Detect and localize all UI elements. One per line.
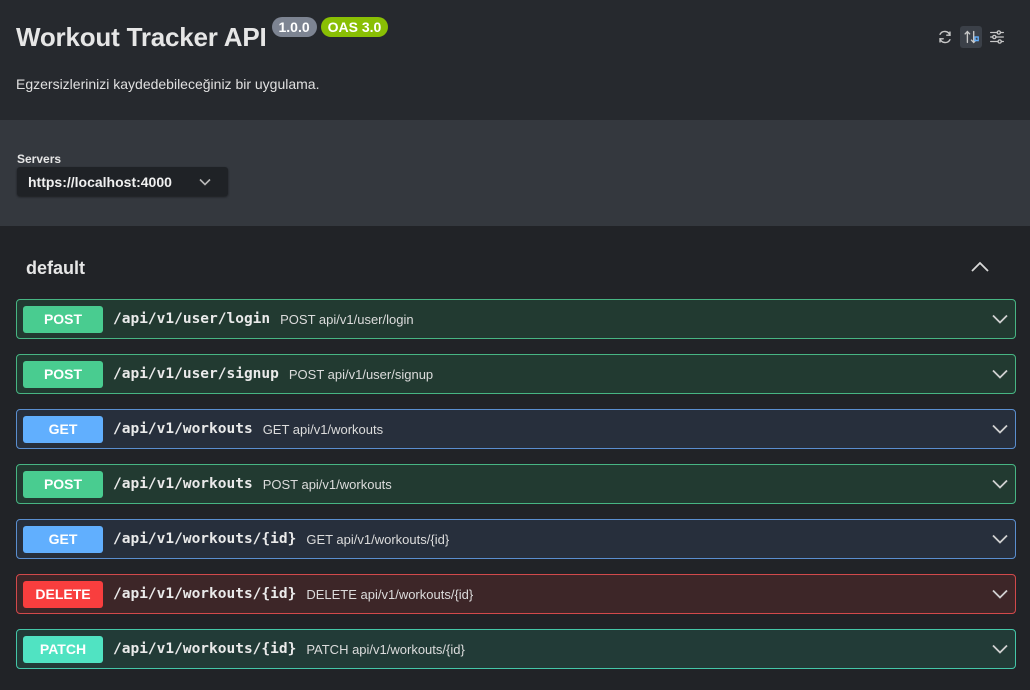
chevron-down-icon	[199, 178, 211, 186]
title-row: Workout Tracker API 1.0.0 OAS 3.0	[16, 17, 389, 56]
operation-path: /api/v1/user/login	[113, 311, 271, 327]
operation-summary: GET api/v1/workouts	[262, 421, 384, 437]
operation-row[interactable]: DELETE/api/v1/workouts/{id} DELETE api/v1…	[16, 574, 1016, 614]
info-header: Workout Tracker API 1.0.0 OAS 3.0 Egzers…	[0, 0, 1030, 120]
operation-row[interactable]: GET/api/v1/workouts GET api/v1/workouts	[16, 409, 1016, 449]
operation-summary: POST api/v1/workouts	[262, 476, 392, 492]
chevron-down-icon[interactable]	[991, 367, 1009, 381]
tag-header[interactable]: default	[26, 258, 85, 279]
operation-path: /api/v1/workouts/{id}	[113, 641, 297, 657]
sort-button[interactable]	[960, 26, 982, 48]
operation-summary: POST api/v1/user/signup	[288, 366, 434, 382]
servers-section: Servers https://localhost:4000	[0, 120, 1030, 226]
operation-summary: PATCH api/v1/workouts/{id}	[306, 641, 465, 657]
method-badge: POST	[23, 305, 103, 333]
operation-path: /api/v1/workouts	[113, 476, 253, 492]
operation-summary: DELETE api/v1/workouts/{id}	[306, 586, 474, 602]
chevron-down-icon[interactable]	[991, 532, 1009, 546]
operation-row[interactable]: PATCH/api/v1/workouts/{id} PATCH api/v1/w…	[16, 629, 1016, 669]
api-description: Egzersizlerinizi kaydedebileceğiniz bir …	[16, 76, 320, 92]
operations-section: default POST/api/v1/user/login POST api/v…	[0, 226, 1030, 690]
method-badge: POST	[23, 360, 103, 388]
operation-path: /api/v1/workouts/{id}	[113, 586, 297, 602]
chevron-down-icon[interactable]	[991, 477, 1009, 491]
method-badge: DELETE	[23, 580, 103, 608]
version-badge: 1.0.0	[271, 17, 317, 37]
server-select-value: https://localhost:4000	[28, 173, 172, 190]
settings-sliders-icon	[990, 30, 1004, 44]
operation-row[interactable]: POST/api/v1/user/signup POST api/v1/user/…	[16, 354, 1016, 394]
oas-badge: OAS 3.0	[320, 17, 389, 37]
method-badge: GET	[23, 525, 103, 553]
api-title: Workout Tracker API	[16, 22, 267, 52]
chevron-down-icon[interactable]	[991, 642, 1009, 656]
operation-summary: POST api/v1/user/login	[280, 311, 414, 327]
method-badge: POST	[23, 470, 103, 498]
operation-row[interactable]: GET/api/v1/workouts/{id} GET api/v1/worko…	[16, 519, 1016, 559]
method-badge: GET	[23, 415, 103, 443]
toolbar	[934, 26, 1008, 48]
method-badge: PATCH	[23, 635, 103, 663]
operation-path: /api/v1/workouts	[113, 421, 253, 437]
servers-label: Servers	[17, 152, 62, 166]
operation-path: /api/v1/user/signup	[113, 366, 279, 382]
operation-row[interactable]: POST/api/v1/user/login POST api/v1/user/l…	[16, 299, 1016, 339]
chevron-down-icon[interactable]	[991, 422, 1009, 436]
operation-row[interactable]: POST/api/v1/workouts POST api/v1/workouts	[16, 464, 1016, 504]
operation-summary: GET api/v1/workouts/{id}	[306, 531, 450, 547]
operation-path: /api/v1/workouts/{id}	[113, 531, 297, 547]
chevron-down-icon[interactable]	[991, 312, 1009, 326]
chevron-up-icon[interactable]	[970, 260, 990, 274]
settings-button[interactable]	[986, 26, 1008, 48]
refresh-icon	[939, 30, 951, 44]
server-select[interactable]: https://localhost:4000	[17, 167, 228, 196]
chevron-down-icon[interactable]	[991, 587, 1009, 601]
refresh-button[interactable]	[934, 26, 956, 48]
sort-icon	[964, 30, 979, 44]
